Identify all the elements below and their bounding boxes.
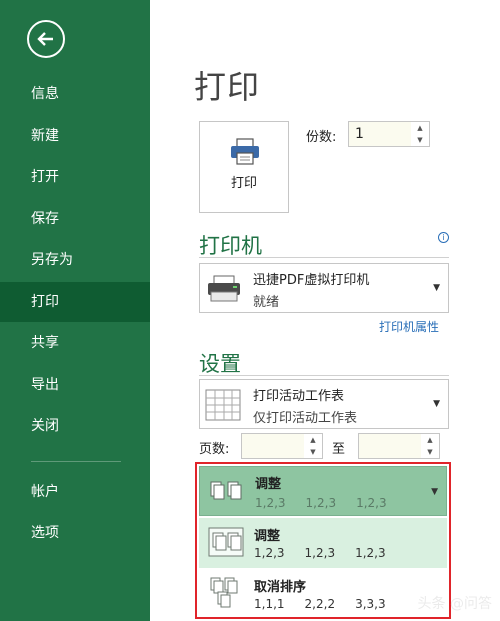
collation-option-title: 取消排序 — [254, 580, 307, 595]
pages-from-spinner[interactable]: ▲ ▼ — [304, 434, 322, 458]
worksheet-icon — [205, 389, 241, 421]
spin-down-icon[interactable]: ▼ — [411, 134, 429, 146]
pages-to-input[interactable]: ▲ ▼ — [358, 433, 440, 459]
uncollated-pages-icon — [210, 577, 238, 608]
info-icon[interactable]: i — [438, 232, 449, 243]
collation-option-uncollated[interactable]: 取消排序 1,1,1 2,2,2 3,3,3 — [199, 568, 447, 618]
copies-value: 1 — [355, 126, 364, 142]
spin-up-icon[interactable]: ▲ — [411, 122, 429, 134]
order-group: 1,2,3 — [255, 496, 286, 510]
copies-label: 份数: — [306, 130, 337, 145]
order-group: 1,2,3 — [355, 546, 386, 560]
collation-option-order: 1,2,3 1,2,3 1,2,3 — [254, 546, 406, 560]
pages-to-label: 至 — [332, 442, 346, 457]
dropdown-arrow-icon: ▼ — [431, 487, 438, 497]
printer-properties-link[interactable]: 打印机属性 — [379, 318, 439, 335]
settings-heading: 设置 — [199, 352, 241, 376]
collation-option-order: 1,1,1 2,2,2 3,3,3 — [254, 597, 406, 611]
collated-pages-icon — [208, 527, 244, 557]
order-group: 1,2,3 — [254, 546, 285, 560]
collation-option-collated[interactable]: 调整 1,2,3 1,2,3 1,2,3 — [199, 518, 447, 568]
nav-item-save-as[interactable]: 另存为 — [0, 240, 150, 280]
watermark: 头条 @问答 — [417, 596, 492, 612]
nav-item-new[interactable]: 新建 — [0, 116, 150, 156]
printer-heading-rule — [199, 257, 449, 258]
collation-option-title: 调整 — [254, 529, 281, 544]
spin-up-icon[interactable]: ▲ — [421, 434, 439, 446]
print-button-label: 打印 — [230, 176, 257, 191]
spin-up-icon[interactable]: ▲ — [304, 434, 322, 446]
collation-select[interactable]: 调整 1,2,3 1,2,3 1,2,3 ▼ — [199, 466, 447, 516]
printer-name: 迅捷PDF虚拟打印机 — [253, 273, 370, 288]
order-group: 1,2,3 — [304, 546, 336, 560]
pdf-printer-icon — [208, 275, 240, 302]
page-title: 打印 — [194, 68, 261, 106]
nav-item-options[interactable]: 选项 — [0, 513, 150, 553]
collation-dropdown: 调整 1,2,3 1,2,3 1,2,3 ▼ 调整 1,2,3 1,2,3 1,2,3 — [195, 462, 451, 619]
order-group: 1,2,3 — [305, 496, 337, 510]
settings-heading-rule — [199, 375, 449, 376]
nav-divider — [31, 461, 121, 462]
print-scope-select[interactable]: 打印活动工作表 仅打印活动工作表 ▼ — [199, 379, 449, 429]
nav-item-info[interactable]: 信息 — [0, 74, 150, 114]
nav-item-share[interactable]: 共享 — [0, 323, 150, 363]
back-arrow-icon — [37, 32, 53, 46]
order-group: 1,2,3 — [356, 496, 387, 510]
order-group: 1,1,1 — [254, 597, 285, 611]
pages-to-field-bg — [359, 434, 421, 458]
collation-selected-title: 调整 — [255, 477, 282, 492]
order-group: 3,3,3 — [355, 597, 386, 611]
nav-item-print[interactable]: 打印 — [0, 282, 150, 322]
dropdown-arrow-icon: ▼ — [433, 283, 440, 293]
print-scope-sub: 仅打印活动工作表 — [253, 411, 358, 426]
nav-item-open[interactable]: 打开 — [0, 157, 150, 197]
nav-item-save[interactable]: 保存 — [0, 199, 150, 239]
nav-item-account[interactable]: 帐户 — [0, 472, 150, 512]
collation-selected-order: 1,2,3 1,2,3 1,2,3 — [255, 496, 407, 510]
dropdown-arrow-icon: ▼ — [433, 399, 440, 409]
printer-heading: 打印机 — [199, 234, 262, 258]
backstage-sidebar: 信息 新建 打开 保存 另存为 打印 共享 导出 关闭 帐户 选项 — [0, 0, 150, 621]
pages-label: 页数: — [199, 442, 230, 457]
printer-status: 就绪 — [253, 295, 280, 310]
nav-item-export[interactable]: 导出 — [0, 365, 150, 405]
print-scope-main: 打印活动工作表 — [253, 389, 345, 404]
copies-spinner[interactable]: ▲ ▼ — [411, 122, 429, 146]
pages-from-field-bg — [242, 434, 304, 458]
pages-from-input[interactable]: ▲ ▼ — [241, 433, 323, 459]
copies-input[interactable]: 1 ▲ ▼ — [348, 121, 430, 147]
pages-to-spinner[interactable]: ▲ ▼ — [421, 434, 439, 458]
order-group: 2,2,2 — [304, 597, 336, 611]
printer-select[interactable]: 迅捷PDF虚拟打印机 就绪 ▼ — [199, 263, 449, 313]
back-arrow-button[interactable] — [27, 20, 65, 58]
printer-icon — [231, 138, 259, 165]
nav-item-close[interactable]: 关闭 — [0, 406, 150, 446]
spin-down-icon[interactable]: ▼ — [304, 446, 322, 458]
spin-down-icon[interactable]: ▼ — [421, 446, 439, 458]
print-button[interactable]: 打印 — [199, 121, 289, 213]
collated-pages-icon — [210, 481, 242, 500]
